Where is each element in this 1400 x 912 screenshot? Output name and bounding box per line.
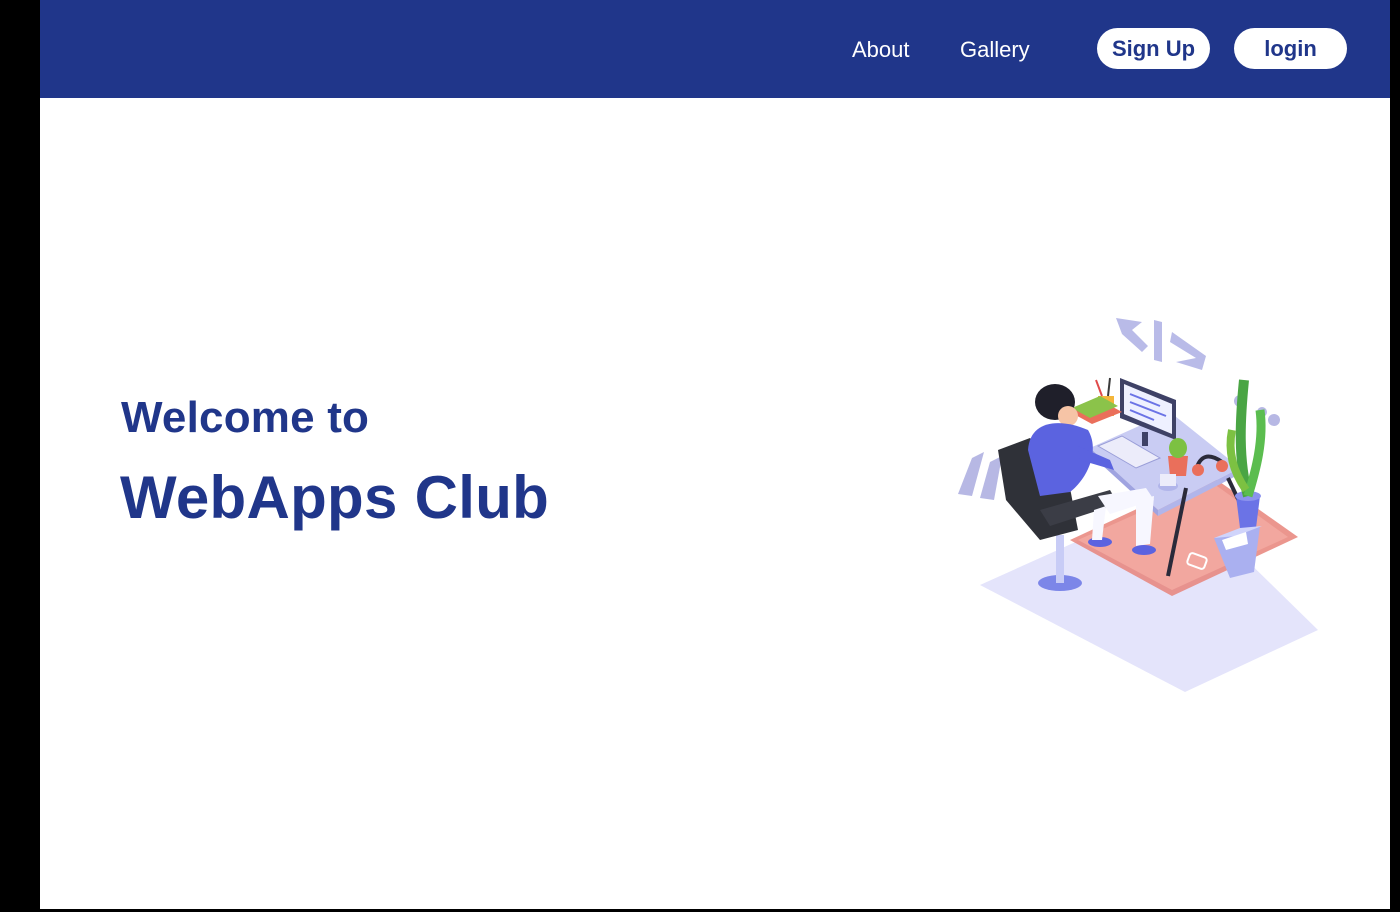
nav-gallery-link[interactable]: Gallery [960,36,1030,64]
decorative-stripes [958,452,1002,500]
nav-about-link[interactable]: About [852,36,910,64]
developer-at-desk-illustration [958,318,1318,692]
login-button[interactable]: login [1234,28,1347,69]
top-navbar: About Gallery Sign Up login [40,0,1390,98]
code-symbol-icon [1116,318,1206,370]
hero-subtitle: Welcome to [121,393,370,442]
page: About Gallery Sign Up login Welcome to W… [40,0,1390,909]
hero-title: WebApps Club [120,464,550,531]
sign-up-button[interactable]: Sign Up [1097,28,1210,69]
